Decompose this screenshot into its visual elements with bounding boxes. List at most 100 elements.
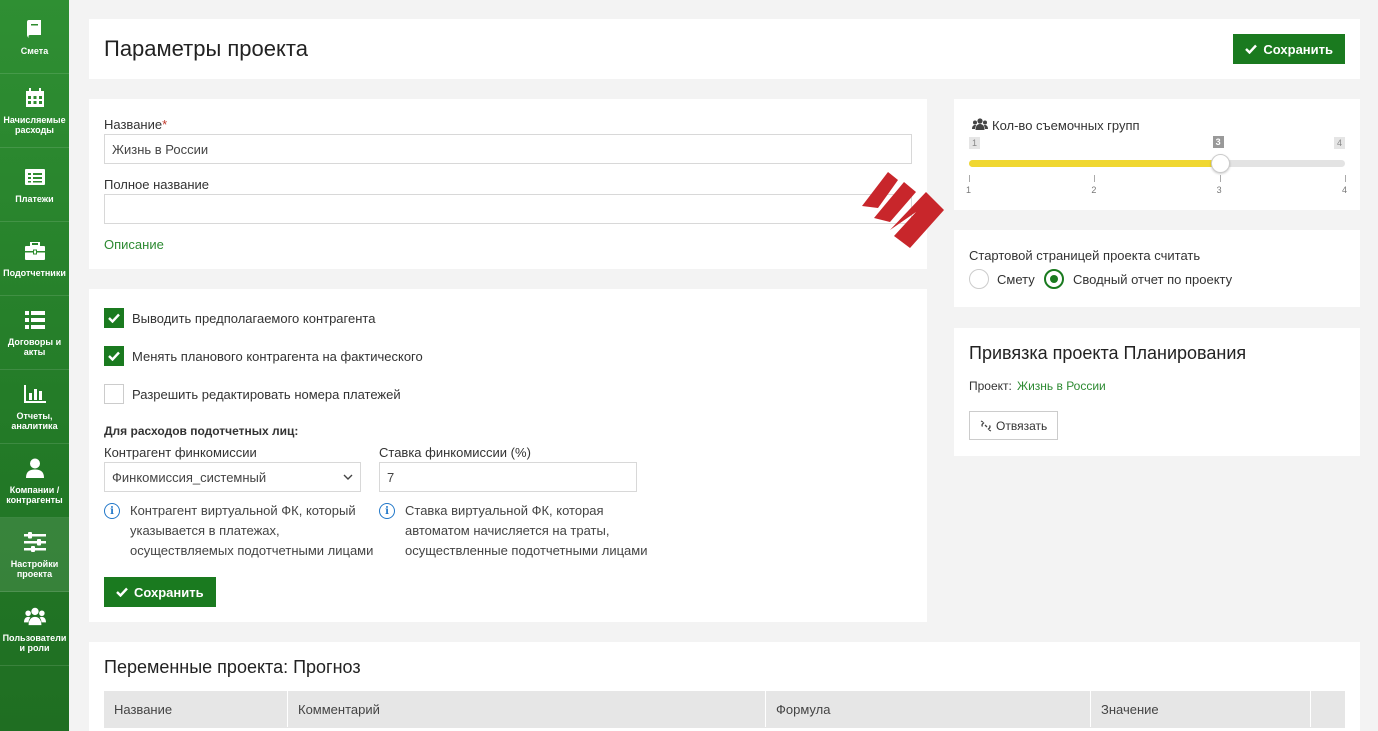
sidebar-item-label: Подотчетники bbox=[3, 267, 66, 278]
full-name-input[interactable] bbox=[104, 194, 912, 224]
slider-tick-mark bbox=[1094, 175, 1096, 182]
planning-title: Привязка проекта Планирования bbox=[969, 343, 1247, 363]
description-link[interactable]: Описание bbox=[104, 237, 164, 252]
slider-tick-mark bbox=[1345, 175, 1346, 182]
save-button[interactable]: Сохранить bbox=[1233, 34, 1345, 64]
column-header-name[interactable]: Название bbox=[104, 691, 288, 727]
contractor-hint: Контрагент виртуальной ФК, который указы… bbox=[130, 501, 373, 561]
crews-label: Кол-во съемочных групп bbox=[992, 118, 1140, 133]
required-mark: * bbox=[162, 117, 168, 132]
sidebar-item-label: Отчеты, аналитика bbox=[11, 410, 58, 431]
slider-max-badge: 4 bbox=[1333, 137, 1345, 149]
options-save-button[interactable]: Сохранить bbox=[104, 577, 216, 607]
radio-summary-report[interactable] bbox=[1044, 269, 1064, 289]
crews-slider-fill bbox=[969, 160, 1220, 167]
checkbox-label: Разрешить редактировать номера платежей bbox=[132, 387, 401, 402]
section-title: Для расходов подотчетных лиц: bbox=[104, 424, 299, 438]
sidebar-item-label: Договоры и акты bbox=[7, 336, 62, 357]
briefcase-icon bbox=[24, 240, 46, 262]
chevron-down-icon bbox=[343, 474, 353, 480]
column-header-comment[interactable]: Комментарий bbox=[288, 691, 766, 727]
column-header-actions bbox=[1311, 691, 1345, 727]
sidebar-item-estimate[interactable]: Смета bbox=[0, 0, 69, 74]
contractor-select-value: Финкомиссия_системный bbox=[112, 469, 267, 485]
variables-title: Переменные проекта: Прогноз bbox=[104, 657, 361, 677]
checkbox-label: Выводить предполагаемого контрагента bbox=[132, 311, 376, 326]
sidebar-item-companies[interactable]: Компании / контрагенты bbox=[0, 444, 69, 518]
sidebar-item-users[interactable]: Пользователи и роли bbox=[0, 592, 69, 666]
page-title: Параметры проекта bbox=[104, 36, 308, 61]
unlink-icon bbox=[980, 420, 992, 431]
unlink-button-label: Отвязать bbox=[996, 418, 1048, 433]
check-icon bbox=[1245, 44, 1258, 54]
name-label: Название* bbox=[104, 117, 167, 132]
name-label-text: Название bbox=[104, 117, 163, 132]
planning-card: Привязка проекта Планирования Проект: Жи… bbox=[954, 328, 1360, 456]
sidebar-item-accountables[interactable]: Подотчетники bbox=[0, 222, 69, 296]
users-icon bbox=[23, 605, 46, 627]
check-icon bbox=[108, 351, 120, 361]
sidebar-item-contracts[interactable]: Договоры и акты bbox=[0, 296, 69, 370]
sidebar-item-label: Компании / контрагенты bbox=[6, 484, 63, 505]
page-header: Параметры проекта Сохранить bbox=[89, 19, 1360, 79]
save-button-label: Сохранить bbox=[1263, 41, 1333, 57]
contractor-label: Контрагент финкомиссии bbox=[104, 445, 257, 460]
hint-line: автоматом начисляется на траты, bbox=[405, 523, 610, 538]
info-icon: i bbox=[104, 503, 120, 519]
rate-hint: Ставка виртуальной ФК, которая автоматом… bbox=[405, 501, 647, 561]
slider-tick-mark bbox=[1219, 175, 1221, 182]
sidebar-item-accruals[interactable]: Начисляемые расходы bbox=[0, 74, 69, 148]
slider-tick-label: 1 bbox=[966, 185, 972, 195]
variables-card: Переменные проекта: Прогноз Название Ком… bbox=[89, 642, 1360, 731]
book-icon bbox=[24, 18, 46, 40]
save-button-label: Сохранить bbox=[134, 584, 204, 600]
radio-label: Сводный отчет по проекту bbox=[1073, 272, 1233, 287]
sidebar-item-reports[interactable]: Отчеты, аналитика bbox=[0, 370, 69, 444]
column-header-formula[interactable]: Формула bbox=[766, 691, 1091, 727]
contractor-select[interactable]: Финкомиссия_системный bbox=[104, 462, 361, 492]
options-card: Выводить предполагаемого контрагента Мен… bbox=[89, 289, 927, 622]
info-icon: i bbox=[379, 503, 395, 519]
checkbox-label: Менять планового контрагента на фактичес… bbox=[132, 349, 423, 364]
checkbox-show-contractor[interactable] bbox=[104, 308, 124, 328]
slider-tick-mark bbox=[969, 175, 970, 182]
slider-tick-label: 3 bbox=[1216, 185, 1222, 195]
slider-tick-label: 4 bbox=[1342, 185, 1348, 195]
column-header-value[interactable]: Значение bbox=[1091, 691, 1311, 727]
sliders-icon bbox=[23, 531, 46, 553]
sidebar-item-label: Настройки проекта bbox=[10, 558, 59, 579]
sidebar-item-settings[interactable]: Настройки проекта bbox=[0, 518, 69, 592]
variables-table-header: Название Комментарий Формула Значение bbox=[104, 691, 1345, 727]
start-page-label: Стартовой страницей проекта считать bbox=[969, 248, 1201, 263]
sidebar: Смета Начисляемые расходы Платежи Подотч… bbox=[0, 0, 69, 731]
list-icon bbox=[24, 166, 46, 188]
checkbox-edit-payment-numbers[interactable] bbox=[104, 384, 124, 404]
hint-line: Контрагент виртуальной ФК, который bbox=[130, 503, 356, 518]
sidebar-item-label: Смета bbox=[20, 45, 49, 56]
project-link[interactable]: Жизнь в России bbox=[1017, 379, 1106, 393]
red-arrow-icon bbox=[862, 172, 944, 248]
slider-tick-label: 2 bbox=[1091, 185, 1097, 195]
sidebar-item-label: Платежи bbox=[15, 193, 54, 204]
user-icon bbox=[24, 457, 46, 479]
sidebar-item-payments[interactable]: Платежи bbox=[0, 148, 69, 222]
table-row bbox=[104, 727, 1345, 731]
name-input[interactable]: Жизнь в России bbox=[104, 134, 912, 164]
crews-slider-handle[interactable] bbox=[1210, 154, 1230, 173]
crews-slider-track[interactable] bbox=[969, 154, 1345, 173]
calendar-icon bbox=[24, 87, 46, 109]
radio-estimate[interactable] bbox=[969, 269, 989, 289]
unlink-button[interactable]: Отвязать bbox=[969, 411, 1059, 440]
start-page-card: Стартовой страницей проекта считать Смет… bbox=[954, 230, 1360, 307]
crews-card: Кол-во съемочных групп 1 4 3 1 2 3 4 bbox=[954, 99, 1360, 210]
rate-label: Ставка финкомиссии (%) bbox=[379, 445, 531, 460]
contract-list-icon bbox=[24, 309, 46, 331]
full-name-label: Полное название bbox=[104, 177, 210, 192]
hint-line: осуществляемых подотчетными лицами bbox=[130, 543, 374, 558]
checkbox-change-contractor[interactable] bbox=[104, 346, 124, 366]
hint-line: Ставка виртуальной ФК, которая bbox=[405, 503, 604, 518]
rate-input[interactable]: 7 bbox=[379, 462, 637, 492]
check-icon bbox=[108, 313, 120, 323]
slider-value-badge: 3 bbox=[1212, 136, 1224, 148]
sidebar-item-label: Начисляемые расходы bbox=[3, 114, 66, 135]
